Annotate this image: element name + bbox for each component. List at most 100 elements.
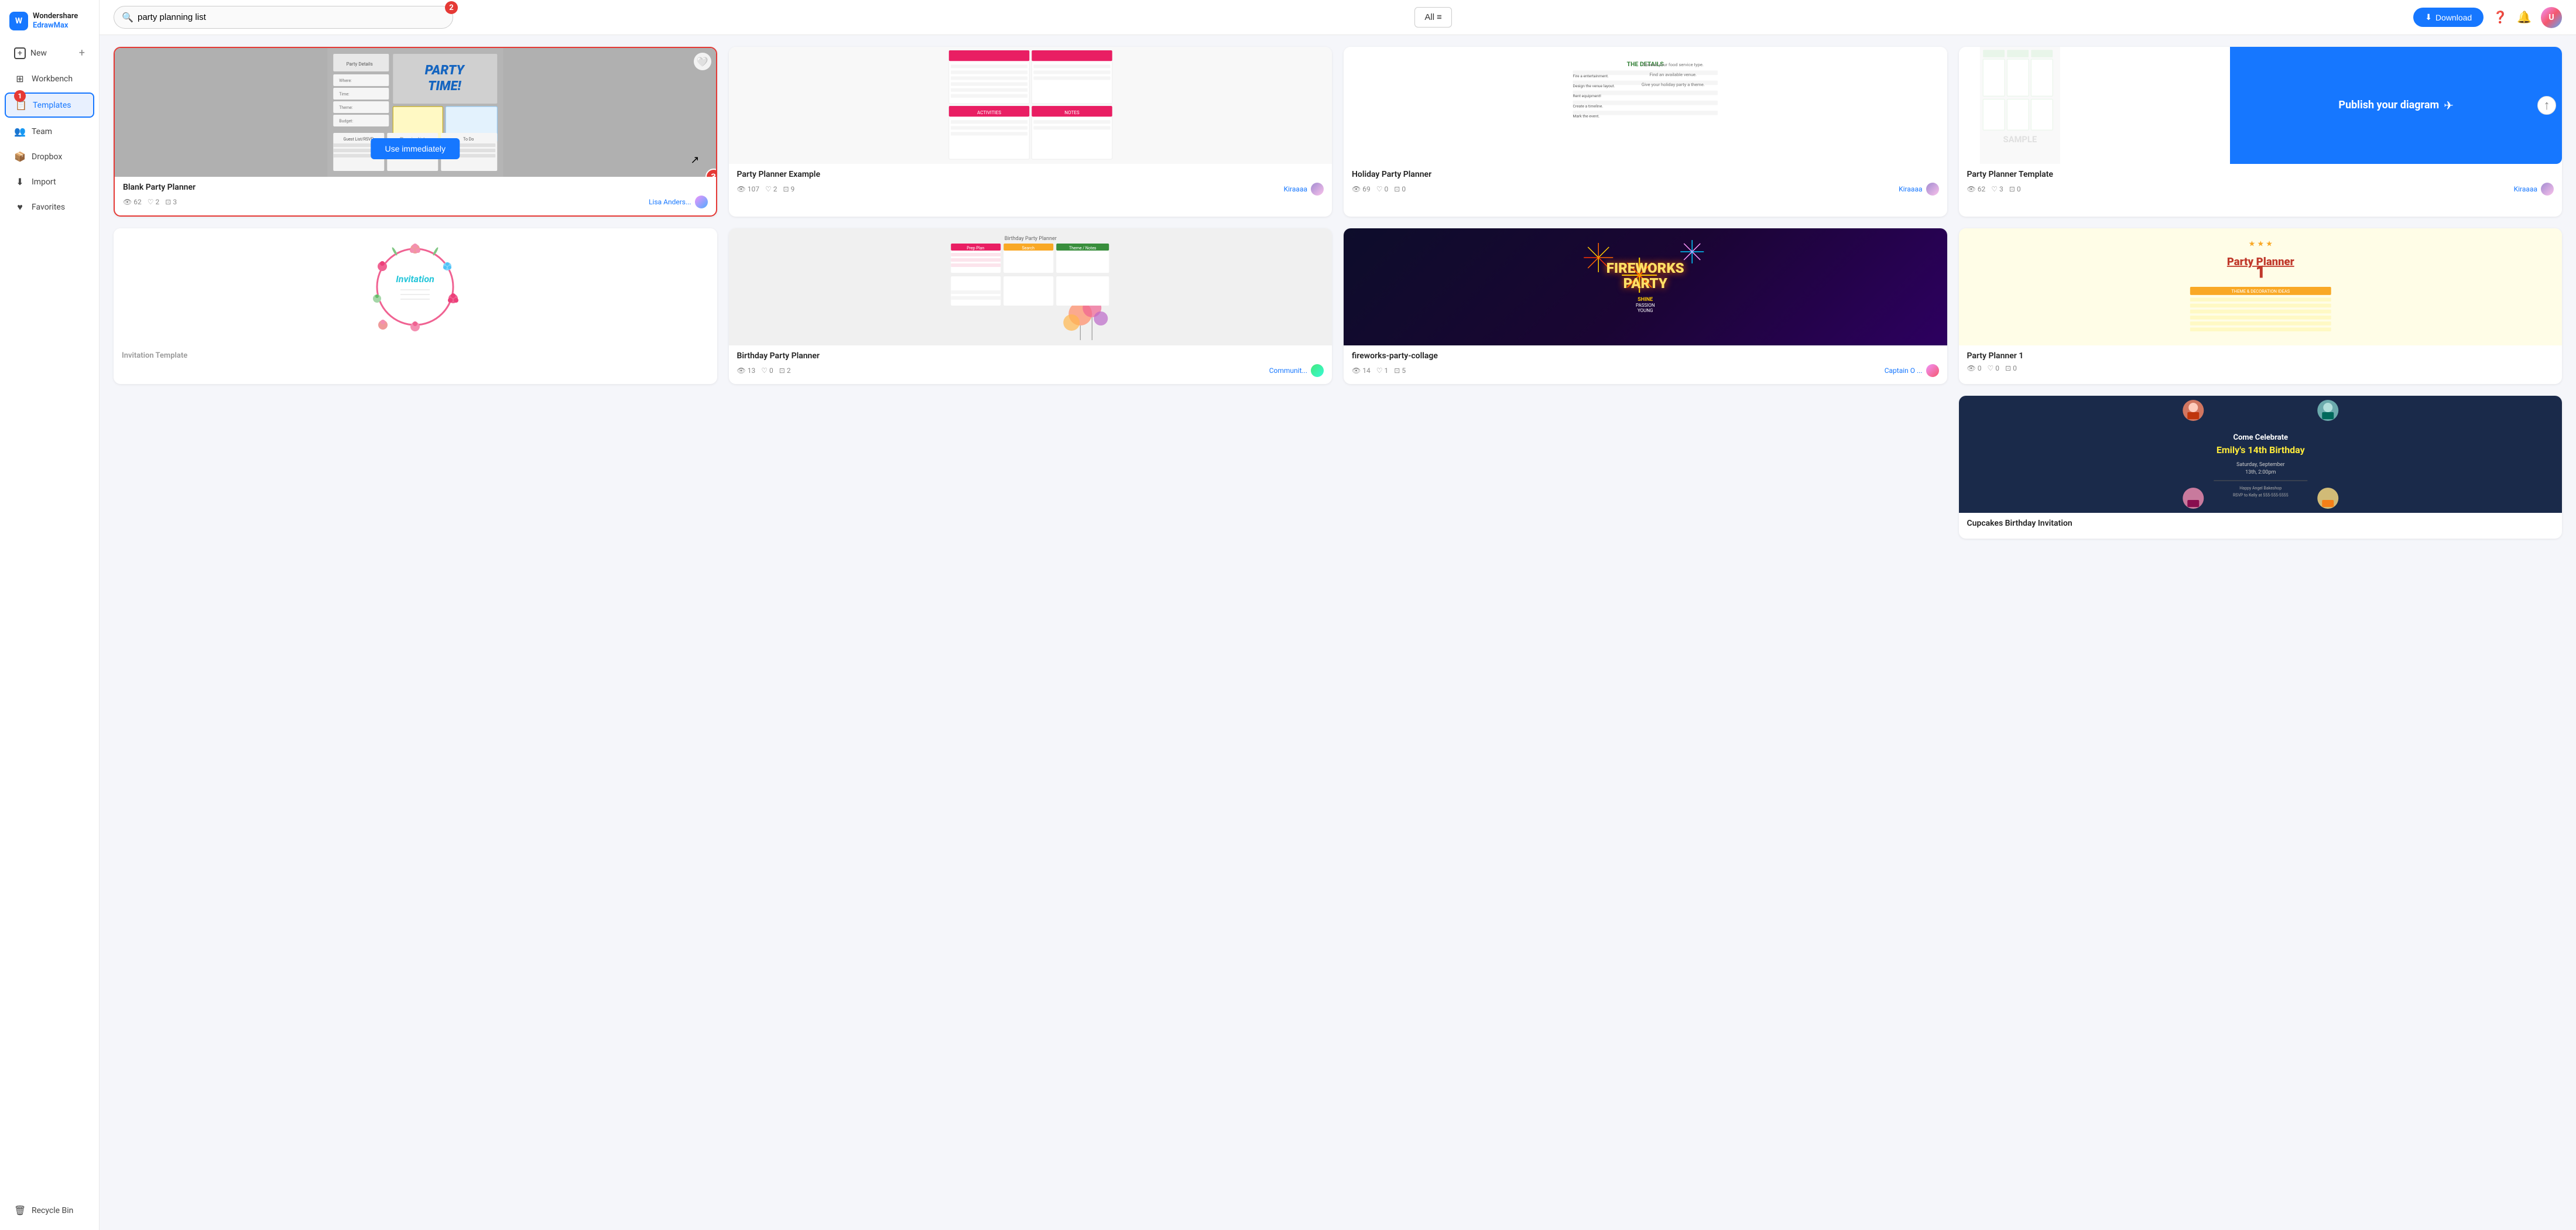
template-grid: Party Details Where: Time: Theme: Budget… [100, 35, 2576, 1230]
card-template-img-wrap: SAMPLE Publish your diagram ✈ ↑ [1959, 47, 2563, 164]
sidebar-item-workbench[interactable]: ⊞ Workbench [5, 67, 94, 90]
app-logo-text: Wondershare EdrawMax [33, 12, 78, 30]
svg-text:TIME!: TIME! [428, 79, 462, 94]
card-party-planner-1[interactable]: ★ ★ ★ Party Planner 1 THEME & DECORATION… [1959, 228, 2563, 384]
card-blank-party-planner-info: Blank Party Planner 👁 62 ♡ 2 ⊡ 3 Lisa An… [115, 177, 716, 215]
filter-icon: ≡ [1437, 12, 1442, 22]
svg-text:Come Celebrate: Come Celebrate [2233, 433, 2288, 442]
card-party-planner-example-title: Party Planner Example [737, 170, 1324, 179]
card-party-planner-1-title: Party Planner 1 [1967, 351, 2554, 361]
card-fireworks-party-collage[interactable]: FIREWORKSPARTY SHINE PASSION YOUNG firew… [1344, 228, 1947, 384]
search-input[interactable] [114, 6, 453, 29]
svg-text:Fire a entertainment.: Fire a entertainment. [1573, 74, 1609, 78]
sidebar-item-workbench-label: Workbench [32, 74, 73, 84]
author-avatar-6 [1311, 364, 1324, 377]
sidebar-item-new[interactable]: + New + [5, 41, 94, 65]
favorites-icon: ♥ [14, 201, 26, 213]
sidebar: W Wondershare EdrawMax + New + ⊞ Workben… [0, 0, 100, 1230]
sidebar-item-team-label: Team [32, 127, 52, 136]
sidebar-item-recycle-bin[interactable]: 🗑 Recycle Bin [5, 1199, 94, 1222]
svg-text:1: 1 [2255, 262, 2265, 282]
card-birthday-party-planner-img: Birthday Party Planner Prep Plan Search [729, 228, 1332, 345]
scroll-top-button[interactable]: ↑ [2537, 96, 2556, 115]
svg-text:SAMPLE: SAMPLE [2003, 134, 2037, 145]
svg-text:Give your holiday party a them: Give your holiday party a theme. [1642, 82, 1705, 87]
sidebar-item-recycle-bin-label: Recycle Bin [32, 1206, 73, 1215]
publish-send-icon: ✈ [2444, 98, 2454, 112]
birthday-planner-svg: Birthday Party Planner Prep Plan Search [732, 232, 1329, 342]
party1-svg: ★ ★ ★ Party Planner 1 THEME & DECORATION… [1966, 235, 2556, 338]
sidebar-item-templates[interactable]: 1 📋 Templates [5, 92, 94, 118]
all-filter-button[interactable]: All ≡ [1414, 7, 1451, 28]
card-template-author: Kiraaaa [2514, 183, 2554, 196]
card-cupcakes-birthday-info: Cupcakes Birthday Invitation [1959, 513, 2563, 539]
cursor-indicator: ↗ [690, 154, 699, 166]
search-bar: 🔍 [114, 6, 453, 29]
sidebar-item-new-label: New [30, 49, 47, 58]
sidebar-item-favorites-label: Favorites [32, 203, 65, 212]
author-avatar-2 [1311, 183, 1324, 196]
card-holiday-party-planner-title: Holiday Party Planner [1352, 170, 1939, 179]
team-icon: 👥 [14, 126, 26, 137]
card-cupcakes-birthday-title: Cupcakes Birthday Invitation [1967, 519, 2554, 528]
app-logo-icon: W [9, 12, 28, 30]
card-party-planner-1-info: Party Planner 1 👁 0 ♡ 0 ⊡ 0 [1959, 345, 2563, 379]
fireworks-text: FIREWORKSPARTY [1606, 261, 1684, 292]
search-icon: 🔍 [122, 12, 133, 23]
svg-text:Prep Plan: Prep Plan [967, 246, 984, 251]
author-avatar-3 [1926, 183, 1939, 196]
svg-text:Budget:: Budget: [339, 119, 353, 124]
avatar[interactable]: U [2541, 7, 2562, 28]
sidebar-item-dropbox-label: Dropbox [32, 152, 62, 162]
sidebar-item-team[interactable]: 👥 Team [5, 120, 94, 143]
holiday-planner-svg: THE DETAILS Fire a entertainment. Design… [1351, 54, 1940, 157]
svg-text:Design the venue layout.: Design the venue layout. [1573, 84, 1615, 88]
cards-grid: Party Details Where: Time: Theme: Budget… [114, 47, 2562, 384]
cupcakes-svg: Come Celebrate Emily's 14th Birthday Sat… [1959, 396, 2563, 513]
card-birthday-party-planner-title: Birthday Party Planner [737, 351, 1324, 361]
download-button[interactable]: ⬇ Download [2413, 8, 2483, 27]
svg-text:Saturday, September: Saturday, September [2236, 462, 2284, 468]
invitation-svg: Invitation [362, 234, 468, 340]
card-holiday-party-planner-img: THE DETAILS Fire a entertainment. Design… [1344, 47, 1947, 164]
svg-text:Emily's 14th Birthday: Emily's 14th Birthday [2216, 444, 2305, 455]
card-blank-party-planner-img: Party Details Where: Time: Theme: Budget… [115, 48, 716, 177]
svg-text:NOTES: NOTES [1064, 110, 1080, 115]
card-invitation[interactable]: Invitation Invitation Template [114, 228, 717, 384]
publish-overlay: Publish your diagram ✈ [2230, 47, 2562, 164]
svg-text:Invitation: Invitation [396, 273, 434, 285]
svg-text:Party Details: Party Details [347, 61, 373, 67]
help-button[interactable]: ❓ [2493, 10, 2508, 25]
template-bg: SAMPLE [1959, 47, 2231, 164]
favorite-heart-icon[interactable]: 🤍 [694, 53, 711, 70]
sidebar-item-import[interactable]: ⬇ Import [5, 170, 94, 193]
publish-text: Publish your diagram [2338, 98, 2439, 112]
card-birthday-party-planner-info: Birthday Party Planner 👁 13 ♡ 0 ⊡ 2 Comm… [729, 345, 1332, 384]
card-party-planner-template[interactable]: SAMPLE Publish your diagram ✈ ↑ Party Pl… [1959, 47, 2563, 217]
svg-text:Birthday Party Planner: Birthday Party Planner [1004, 236, 1056, 242]
main-content: 🔍 2 All ≡ ⬇ Download ❓ 🔔 U [100, 0, 2576, 1230]
card-blank-party-planner-meta: 👁 62 ♡ 2 ⊡ 3 Lisa Anders... [123, 196, 708, 208]
card-author: Lisa Anders... [649, 196, 707, 208]
card-fireworks-party-collage-title: fireworks-party-collage [1352, 351, 1939, 361]
card-holiday-party-planner[interactable]: THE DETAILS Fire a entertainment. Design… [1344, 47, 1947, 217]
card-fireworks-party-collage-info: fireworks-party-collage 👁 14 ♡ 1 ⊡ 5 Cap… [1344, 345, 1947, 384]
card-blank-party-planner[interactable]: Party Details Where: Time: Theme: Budget… [114, 47, 717, 217]
card-birthday-party-planner[interactable]: Birthday Party Planner Prep Plan Search [729, 228, 1332, 384]
use-immediately-button[interactable]: Use immediately [371, 138, 460, 159]
author-avatar [695, 196, 708, 208]
notification-button[interactable]: 🔔 [2517, 10, 2532, 25]
card-cupcakes-birthday[interactable]: Come Celebrate Emily's 14th Birthday Sat… [1959, 396, 2563, 539]
svg-text:THEME & DECORATION IDEAS: THEME & DECORATION IDEAS [2231, 289, 2290, 294]
search-wrap: 🔍 2 [114, 6, 453, 29]
svg-text:Create a timeline.: Create a timeline. [1573, 104, 1604, 108]
card-holiday-author: Kiraaaa [1899, 183, 1938, 196]
card-fireworks-author: Captain O ... [1885, 364, 1939, 377]
sidebar-item-dropbox[interactable]: 📦 Dropbox [5, 145, 94, 168]
card-party-planner-example-img: ACTIVITIES NOTES [729, 47, 1332, 164]
card-party-planner-template-info: Party Planner Template 👁 62 ♡ 3 ⊡ 0 Kira… [1959, 164, 2563, 203]
search-badge: 2 [445, 1, 458, 14]
author-avatar-7 [1926, 364, 1939, 377]
sidebar-item-favorites[interactable]: ♥ Favorites [5, 196, 94, 219]
card-party-planner-example[interactable]: ACTIVITIES NOTES Party Planner Example [729, 47, 1332, 217]
